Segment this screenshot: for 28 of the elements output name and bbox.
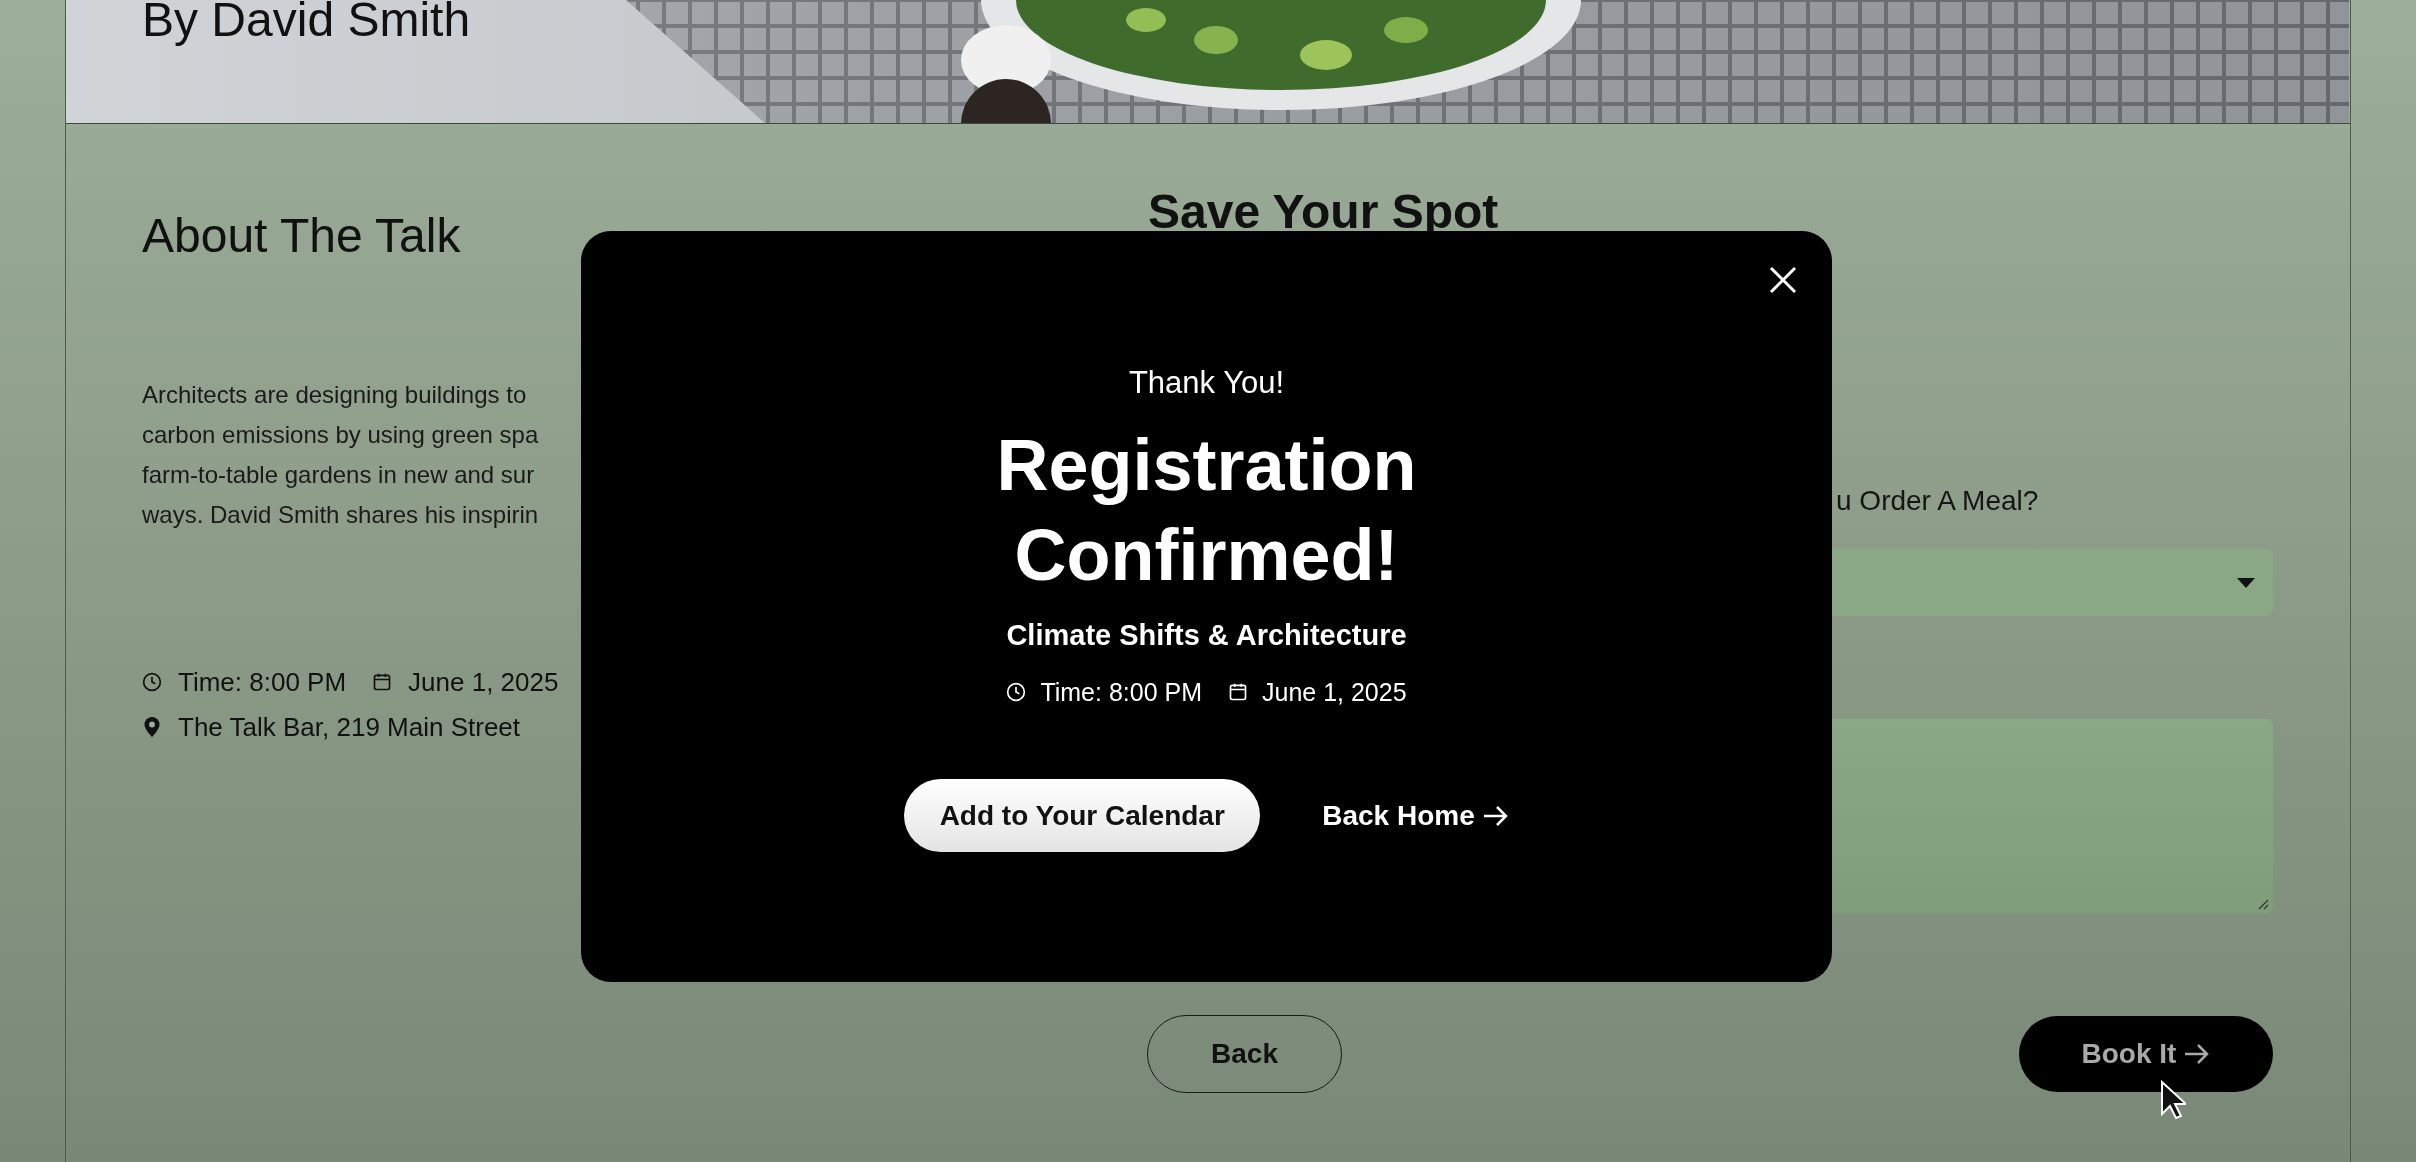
calendar-icon	[372, 672, 393, 692]
modal-title: Registration Confirmed!	[995, 424, 1418, 597]
book-it-button[interactable]: Book It	[2019, 1016, 2273, 1092]
arrow-right-icon	[2184, 1043, 2211, 1065]
back-home-link[interactable]: Back Home	[1322, 794, 1509, 837]
caret-down-icon	[2237, 577, 2255, 588]
section-heading: About The Talk	[142, 208, 462, 264]
event-date: June 1, 2025	[408, 666, 559, 698]
event-date: June 1, 2025	[1262, 677, 1407, 707]
hero-title: By David Smith	[142, 0, 471, 48]
calendar-icon	[1228, 682, 1248, 702]
section-heading: Save Your Spot	[1148, 184, 1500, 240]
talk-description: Architects are designing buildings to carbon emissions by using green spa farm-to-table gardens in new and sur ways. David Smith shares his inspirin	[142, 380, 539, 530]
resize-handle-icon	[2257, 898, 2269, 910]
event-time: Time: 8:00 PM	[178, 666, 347, 698]
arrow-right-icon	[1482, 804, 1509, 827]
event-time: Time: 8:00 PM	[1040, 677, 1202, 707]
event-location: The Talk Bar, 219 Main Street	[178, 711, 521, 743]
location-pin-icon	[142, 716, 162, 738]
clock-icon	[142, 672, 162, 692]
mouse-pointer-icon	[2160, 1080, 2186, 1120]
thank-you-text: Thank You!	[1128, 365, 1285, 401]
close-icon	[1769, 266, 1797, 294]
field-label: u Order A Meal?	[1836, 485, 2039, 516]
event-name: Climate Shifts & Architecture	[1006, 618, 1407, 653]
close-button[interactable]	[1768, 265, 1798, 295]
clock-icon	[1006, 682, 1027, 702]
add-to-calendar-button[interactable]: Add to Your Calendar	[904, 779, 1261, 852]
